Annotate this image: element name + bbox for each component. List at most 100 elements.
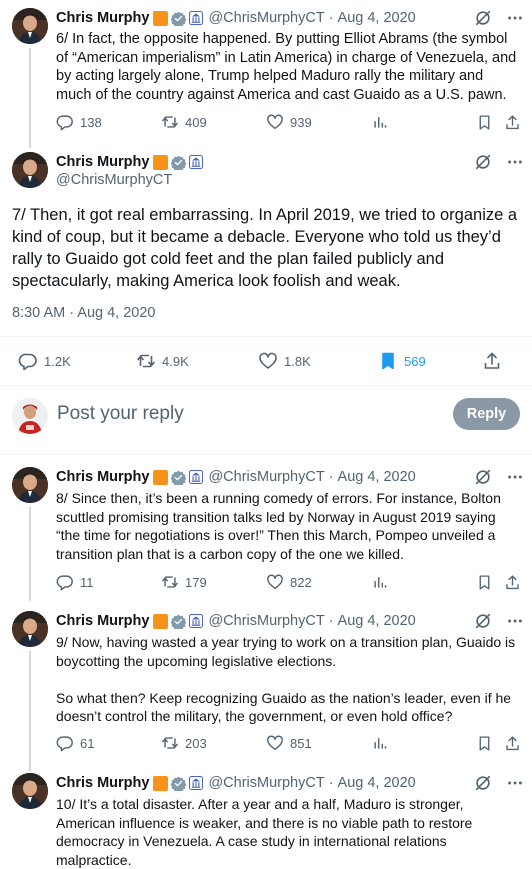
author-name[interactable]: Chris Murphy <box>56 154 149 170</box>
verified-badge-icon <box>171 155 186 170</box>
like-button[interactable]: 851 <box>266 734 372 752</box>
tweet-date[interactable]: Aug 4, 2020 <box>338 613 416 629</box>
tweet-date[interactable]: Aug 4, 2020 <box>338 469 416 485</box>
author-name[interactable]: Chris Murphy <box>56 469 149 485</box>
reply-button[interactable]: 11 <box>56 573 161 591</box>
bookmark-count: 569 <box>404 353 426 369</box>
divider <box>0 454 532 455</box>
repost-icon <box>161 734 179 752</box>
tweet-actions: 61 203 851 <box>56 733 524 753</box>
like-count: 851 <box>290 735 312 751</box>
thread-line <box>29 48 31 148</box>
affiliation-badge-icon <box>153 613 169 629</box>
tweet-10[interactable]: Chris Murphy @ChrisMurphyCT · Aug 4, 202… <box>0 773 532 868</box>
avatar[interactable] <box>12 773 48 809</box>
verified-badge-icon <box>171 614 186 629</box>
like-count: 1.8K <box>284 353 311 369</box>
repost-button[interactable]: 203 <box>161 734 266 752</box>
avatar[interactable] <box>12 152 48 188</box>
bookmark-button[interactable] <box>476 735 504 752</box>
verified-badge-icon <box>171 11 186 26</box>
reply-input[interactable]: Post your reply <box>57 403 184 425</box>
tweet-header: Chris Murphy @ChrisMurphyCT · Aug 4, 202… <box>56 773 524 793</box>
government-label-icon <box>189 155 203 169</box>
reply-submit-button[interactable]: Reply <box>453 398 520 430</box>
separator-dot: · <box>328 10 334 26</box>
divider <box>0 336 532 337</box>
main-tweet-text: 7/ Then, it got real embarrassing. In Ap… <box>12 206 518 290</box>
separator-dot: · <box>328 469 334 485</box>
tweet-8[interactable]: Chris Murphy @ChrisMurphyCT · Aug 4, 202… <box>0 467 532 601</box>
user-avatar[interactable] <box>12 398 48 434</box>
author-handle[interactable]: @ChrisMurphyCT <box>208 469 324 485</box>
grok-icon[interactable] <box>474 612 492 630</box>
affiliation-badge-icon <box>153 775 169 791</box>
like-icon <box>258 351 278 371</box>
reply-button[interactable]: 138 <box>56 113 161 131</box>
reply-button[interactable]: 1.2K <box>18 351 136 371</box>
avatar[interactable] <box>12 467 48 503</box>
thread-line <box>29 651 31 771</box>
like-button[interactable]: 822 <box>266 573 372 591</box>
grok-icon[interactable] <box>474 468 492 486</box>
more-options-icon[interactable] <box>506 153 524 171</box>
repost-count: 203 <box>185 735 207 751</box>
reply-button[interactable]: 61 <box>56 734 161 752</box>
views-button[interactable] <box>372 114 476 130</box>
avatar[interactable] <box>12 611 48 647</box>
share-icon <box>504 574 521 591</box>
author-name[interactable]: Chris Murphy <box>56 10 149 26</box>
author-name[interactable]: Chris Murphy <box>56 775 149 791</box>
bookmark-button[interactable] <box>476 114 504 131</box>
share-icon <box>504 735 521 752</box>
tweet-6[interactable]: Chris Murphy @ChrisMurphyCT · Aug 4, 202… <box>0 0 532 152</box>
more-options-icon[interactable] <box>506 468 524 486</box>
share-button[interactable] <box>504 574 521 591</box>
share-button[interactable] <box>482 351 502 371</box>
views-icon <box>372 114 388 130</box>
verified-badge-icon <box>171 470 186 485</box>
repost-icon <box>161 573 179 591</box>
author-handle[interactable]: @ChrisMurphyCT <box>56 172 172 188</box>
separator-dot: · <box>328 613 334 629</box>
affiliation-badge-icon <box>153 10 169 26</box>
like-button[interactable]: 939 <box>266 113 372 131</box>
author-handle[interactable]: @ChrisMurphyCT <box>208 613 324 629</box>
grok-icon[interactable] <box>474 153 492 171</box>
government-label-icon <box>189 11 203 25</box>
views-button[interactable] <box>372 574 476 590</box>
government-label-icon <box>189 776 203 790</box>
grok-icon[interactable] <box>474 9 492 27</box>
separator-dot: · <box>328 775 334 791</box>
bookmark-button[interactable]: 569 <box>378 351 482 371</box>
author-name[interactable]: Chris Murphy <box>56 613 149 629</box>
tweet-header: Chris Murphy @ChrisMurphyCT · Aug 4, 202… <box>56 467 524 487</box>
main-tweet-timestamp[interactable]: 8:30 AM · Aug 4, 2020 <box>12 305 156 321</box>
bookmark-button[interactable] <box>476 574 504 591</box>
repost-count: 409 <box>185 114 207 130</box>
verified-badge-icon <box>171 776 186 791</box>
author-handle[interactable]: @ChrisMurphyCT <box>208 775 324 791</box>
tweet-date[interactable]: Aug 4, 2020 <box>338 10 416 26</box>
more-options-icon[interactable] <box>506 774 524 792</box>
repost-button[interactable]: 409 <box>161 113 266 131</box>
share-icon <box>504 114 521 131</box>
grok-icon[interactable] <box>474 774 492 792</box>
views-icon <box>372 574 388 590</box>
share-button[interactable] <box>504 114 521 131</box>
like-button[interactable]: 1.8K <box>258 351 378 371</box>
tweet-9[interactable]: Chris Murphy @ChrisMurphyCT · Aug 4, 202… <box>0 611 532 771</box>
more-options-icon[interactable] <box>506 612 524 630</box>
author-handle[interactable]: @ChrisMurphyCT <box>208 10 324 26</box>
tweet-actions: 138 409 939 <box>56 112 524 132</box>
reply-icon <box>18 351 38 371</box>
tweet-actions: 11 179 822 <box>56 572 524 592</box>
more-options-icon[interactable] <box>506 9 524 27</box>
repost-button[interactable]: 179 <box>161 573 266 591</box>
share-button[interactable] <box>504 735 521 752</box>
repost-button[interactable]: 4.9K <box>136 351 258 371</box>
like-count: 822 <box>290 574 312 590</box>
tweet-date[interactable]: Aug 4, 2020 <box>338 775 416 791</box>
avatar[interactable] <box>12 8 48 44</box>
views-button[interactable] <box>372 735 476 751</box>
